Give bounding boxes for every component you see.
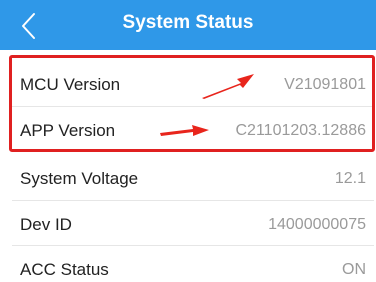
acc-status-label: ACC Status (20, 260, 109, 279)
system-status-screen: System Status MCU Version V21091801 APP … (0, 0, 376, 282)
list-item-acc-status: ACC Status ON (0, 246, 376, 282)
page-title: System Status (122, 12, 254, 33)
dev-id-label: Dev ID (20, 215, 72, 234)
header-bar: System Status (0, 0, 376, 50)
highlight-box (9, 55, 375, 152)
list-item-dev-id: Dev ID 14000000075 (0, 201, 376, 249)
acc-status-value: ON (342, 261, 366, 278)
system-voltage-label: System Voltage (20, 169, 139, 188)
system-voltage-value: 12.1 (334, 170, 366, 187)
dev-id-value: 14000000075 (268, 216, 366, 233)
list-item-system-voltage: System Voltage 12.1 (0, 155, 376, 203)
